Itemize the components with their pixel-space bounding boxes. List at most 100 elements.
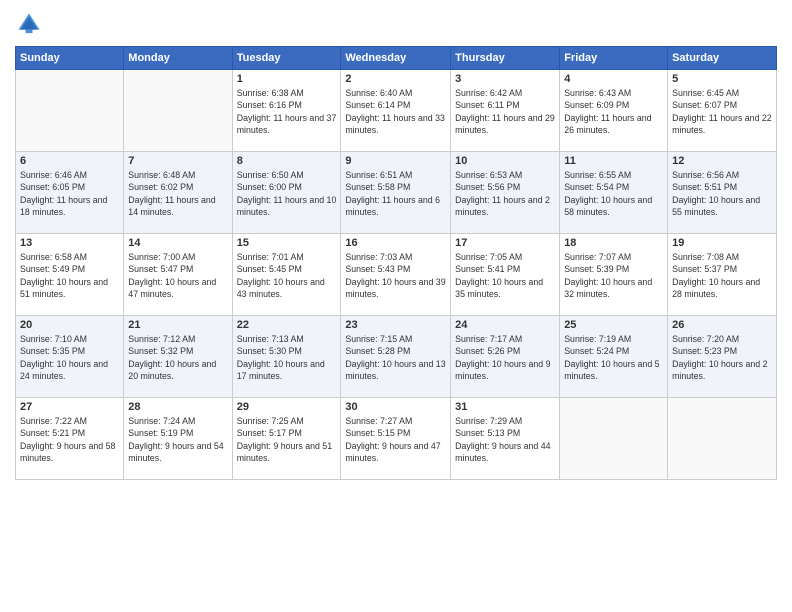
day-info: Sunrise: 7:17 AM Sunset: 5:26 PM Dayligh… [455,333,555,382]
day-info: Sunrise: 6:58 AM Sunset: 5:49 PM Dayligh… [20,251,119,300]
header-day: Saturday [668,47,777,70]
day-cell: 9Sunrise: 6:51 AM Sunset: 5:58 PM Daylig… [341,152,451,234]
header-day: Tuesday [232,47,341,70]
day-cell: 27 Sunrise: 7:22 AM Sunset: 5:21 PM Dayli… [16,398,124,480]
day-info: Sunrise: 6:40 AM Sunset: 6:14 PM Dayligh… [345,87,446,136]
day-cell: 14 Sunrise: 7:00 AM Sunset: 5:47 PM Dayli… [124,234,232,316]
day-cell: 1 Sunrise: 6:38 AM Sunset: 6:16 PM Daylig… [232,70,341,152]
header-day: Friday [560,47,668,70]
day-info: Sunrise: 6:38 AM Sunset: 6:16 PM Dayligh… [237,87,337,136]
day-cell: 6 Sunrise: 6:46 AM Sunset: 6:05 PM Daylig… [16,152,124,234]
logo [15,10,47,38]
day-number: 1 [237,73,337,85]
header-day: Thursday [451,47,560,70]
day-number: 18 [564,237,663,249]
day-info: Sunrise: 6:48 AM Sunset: 6:02 PM Dayligh… [128,169,227,218]
day-number: 22 [237,319,337,331]
day-cell: 29Sunrise: 7:25 AM Sunset: 5:17 PM Dayli… [232,398,341,480]
day-info: Sunrise: 6:51 AM Sunset: 5:58 PM Dayligh… [345,169,446,218]
day-info: Sunrise: 7:13 AM Sunset: 5:30 PM Dayligh… [237,333,337,382]
day-number: 17 [455,237,555,249]
day-number: 25 [564,319,663,331]
day-number: 2 [345,73,446,85]
day-cell: 12 Sunrise: 6:56 AM Sunset: 5:51 PM Dayli… [668,152,777,234]
day-number: 28 [128,401,227,413]
day-info: Sunrise: 6:46 AM Sunset: 6:05 PM Dayligh… [20,169,119,218]
day-number: 16 [345,237,446,249]
day-cell: 23Sunrise: 7:15 AM Sunset: 5:28 PM Dayli… [341,316,451,398]
day-info: Sunrise: 6:50 AM Sunset: 6:00 PM Dayligh… [237,169,337,218]
day-cell: 28 Sunrise: 7:24 AM Sunset: 5:19 PM Dayli… [124,398,232,480]
day-cell: 18Sunrise: 7:07 AM Sunset: 5:39 PM Dayli… [560,234,668,316]
day-number: 21 [128,319,227,331]
day-number: 10 [455,155,555,167]
day-cell: 20 Sunrise: 7:10 AM Sunset: 5:35 PM Dayli… [16,316,124,398]
day-number: 26 [672,319,772,331]
day-cell: 21 Sunrise: 7:12 AM Sunset: 5:32 PM Dayli… [124,316,232,398]
day-info: Sunrise: 6:56 AM Sunset: 5:51 PM Dayligh… [672,169,772,218]
day-info: Sunrise: 7:15 AM Sunset: 5:28 PM Dayligh… [345,333,446,382]
day-cell: 15 Sunrise: 7:01 AM Sunset: 5:45 PM Dayli… [232,234,341,316]
calendar-container: SundayMondayTuesdayWednesdayThursdayFrid… [0,0,792,612]
day-number: 24 [455,319,555,331]
day-cell [16,70,124,152]
day-cell: 11 Sunrise: 6:55 AM Sunset: 5:54 PM Dayli… [560,152,668,234]
header-day: Monday [124,47,232,70]
day-info: Sunrise: 7:00 AM Sunset: 5:47 PM Dayligh… [128,251,227,300]
day-info: Sunrise: 7:10 AM Sunset: 5:35 PM Dayligh… [20,333,119,382]
day-number: 12 [672,155,772,167]
day-info: Sunrise: 6:55 AM Sunset: 5:54 PM Dayligh… [564,169,663,218]
day-cell: 31Sunrise: 7:29 AM Sunset: 5:13 PM Dayli… [451,398,560,480]
day-number: 15 [237,237,337,249]
day-info: Sunrise: 7:12 AM Sunset: 5:32 PM Dayligh… [128,333,227,382]
day-cell: 17 Sunrise: 7:05 AM Sunset: 5:41 PM Dayli… [451,234,560,316]
week-row: 1 Sunrise: 6:38 AM Sunset: 6:16 PM Daylig… [16,70,777,152]
day-cell: 8 Sunrise: 6:50 AM Sunset: 6:00 PM Daylig… [232,152,341,234]
day-info: Sunrise: 7:22 AM Sunset: 5:21 PM Dayligh… [20,415,119,464]
week-row: 20 Sunrise: 7:10 AM Sunset: 5:35 PM Dayli… [16,316,777,398]
day-info: Sunrise: 7:27 AM Sunset: 5:15 PM Dayligh… [345,415,446,464]
day-info: Sunrise: 7:03 AM Sunset: 5:43 PM Dayligh… [345,251,446,300]
day-info: Sunrise: 7:24 AM Sunset: 5:19 PM Dayligh… [128,415,227,464]
day-number: 11 [564,155,663,167]
day-cell [560,398,668,480]
day-number: 27 [20,401,119,413]
day-info: Sunrise: 7:05 AM Sunset: 5:41 PM Dayligh… [455,251,555,300]
day-cell: 25 Sunrise: 7:19 AM Sunset: 5:24 PM Dayli… [560,316,668,398]
day-cell: 16 Sunrise: 7:03 AM Sunset: 5:43 PM Dayli… [341,234,451,316]
day-cell: 5Sunrise: 6:45 AM Sunset: 6:07 PM Daylig… [668,70,777,152]
day-info: Sunrise: 6:43 AM Sunset: 6:09 PM Dayligh… [564,87,663,136]
day-info: Sunrise: 6:42 AM Sunset: 6:11 PM Dayligh… [455,87,555,136]
day-info: Sunrise: 7:01 AM Sunset: 5:45 PM Dayligh… [237,251,337,300]
day-info: Sunrise: 7:19 AM Sunset: 5:24 PM Dayligh… [564,333,663,382]
day-number: 8 [237,155,337,167]
day-cell: 26 Sunrise: 7:20 AM Sunset: 5:23 PM Dayli… [668,316,777,398]
day-cell: 24 Sunrise: 7:17 AM Sunset: 5:26 PM Dayli… [451,316,560,398]
header-day: Wednesday [341,47,451,70]
day-cell [124,70,232,152]
day-cell [668,398,777,480]
day-number: 20 [20,319,119,331]
header-row: SundayMondayTuesdayWednesdayThursdayFrid… [16,47,777,70]
day-number: 5 [672,73,772,85]
day-number: 14 [128,237,227,249]
header-day: Sunday [16,47,124,70]
calendar-table: SundayMondayTuesdayWednesdayThursdayFrid… [15,46,777,480]
day-number: 30 [345,401,446,413]
day-cell: 10 Sunrise: 6:53 AM Sunset: 5:56 PM Dayli… [451,152,560,234]
day-cell: 22 Sunrise: 7:13 AM Sunset: 5:30 PM Dayli… [232,316,341,398]
header [15,10,777,38]
day-number: 31 [455,401,555,413]
day-info: Sunrise: 7:08 AM Sunset: 5:37 PM Dayligh… [672,251,772,300]
logo-icon [15,10,43,38]
week-row: 6 Sunrise: 6:46 AM Sunset: 6:05 PM Daylig… [16,152,777,234]
day-info: Sunrise: 6:53 AM Sunset: 5:56 PM Dayligh… [455,169,555,218]
day-number: 6 [20,155,119,167]
day-info: Sunrise: 7:20 AM Sunset: 5:23 PM Dayligh… [672,333,772,382]
day-cell: 19Sunrise: 7:08 AM Sunset: 5:37 PM Dayli… [668,234,777,316]
day-cell: 13Sunrise: 6:58 AM Sunset: 5:49 PM Dayli… [16,234,124,316]
day-cell: 30 Sunrise: 7:27 AM Sunset: 5:15 PM Dayli… [341,398,451,480]
day-cell: 2 Sunrise: 6:40 AM Sunset: 6:14 PM Daylig… [341,70,451,152]
day-number: 4 [564,73,663,85]
week-row: 13Sunrise: 6:58 AM Sunset: 5:49 PM Dayli… [16,234,777,316]
